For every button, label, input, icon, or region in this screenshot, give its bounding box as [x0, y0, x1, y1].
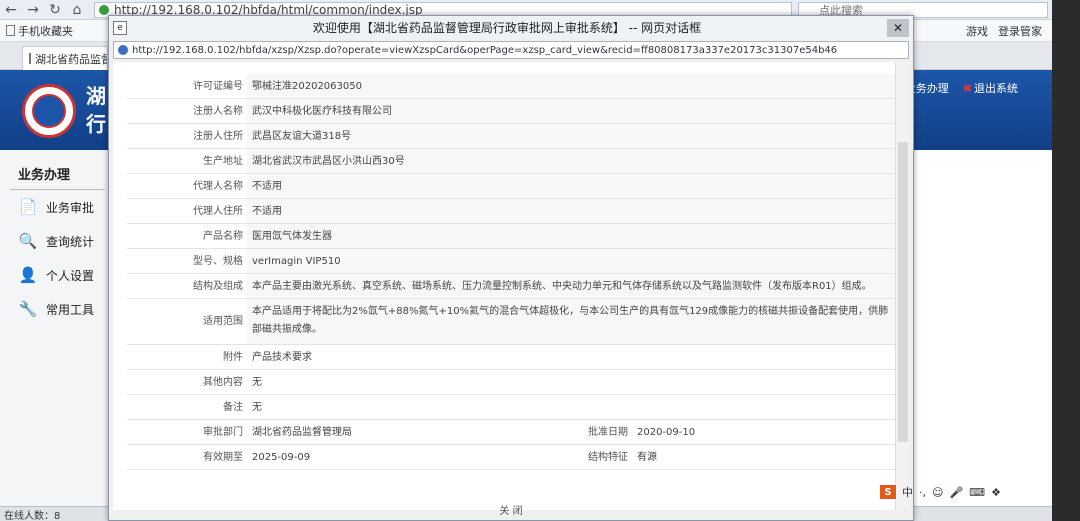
ime-emoji-icon[interactable]: ☺: [932, 486, 943, 499]
approval-date: 批准日期 2020-09-10: [512, 420, 897, 444]
games-link[interactable]: 游戏: [966, 23, 988, 39]
ime-lang[interactable]: 中: [902, 484, 913, 500]
ime-keyboard-icon[interactable]: ⌨: [969, 486, 985, 499]
header-links: 业务办理 ✖ 退出系统: [905, 80, 1018, 96]
sidebar: 业务办理 📄 业务审批 🔍 查询统计 👤 个人设置 🔧 常用工具: [0, 150, 112, 510]
ime-punct-icon[interactable]: ·,: [919, 486, 926, 499]
login-link[interactable]: 登录管家: [998, 23, 1042, 39]
sidebar-item-tools[interactable]: 🔧 常用工具: [0, 292, 112, 326]
field-row: 注册人名称 武汉中科极化医疗科技有限公司: [127, 99, 897, 124]
field-row: 审批部门 湖北省药品监督管理局 批准日期 2020-09-10: [127, 420, 897, 445]
sidebar-item-settings[interactable]: 👤 个人设置: [0, 258, 112, 292]
field-row: 代理人住所 不适用: [127, 199, 897, 224]
dialog-url-bar: http://192.168.0.102/hbfda/xzsp/Xzsp.do?…: [113, 41, 909, 59]
field-row: 生产地址 湖北省武汉市武昌区小洪山西30号: [127, 149, 897, 174]
secure-icon: [99, 4, 109, 15]
sidebar-item-approval[interactable]: 📄 业务审批: [0, 190, 112, 224]
ie-icon: [118, 45, 128, 55]
favorite-item[interactable]: 手机收藏夹: [0, 23, 79, 39]
field-row: 许可证编号 鄂械注准20202063050: [127, 74, 897, 99]
field-row: 附件 产品技术要求: [127, 345, 897, 370]
page-icon: [6, 25, 15, 36]
field-row: 备注 无: [127, 395, 897, 420]
dialog-url: http://192.168.0.102/hbfda/xzsp/Xzsp.do?…: [132, 44, 838, 56]
online-count: 在线人数：8: [4, 510, 61, 521]
close-icon: ✖: [962, 82, 972, 95]
field-row: 注册人住所 武昌区友谊大道318号: [127, 124, 897, 149]
field-row: 有效期至 2025-09-09 结构特征 有源: [127, 445, 897, 470]
document-icon: 📄: [18, 198, 38, 216]
scrollbar-thumb[interactable]: [898, 142, 908, 442]
sidebar-item-query[interactable]: 🔍 查询统计: [0, 224, 112, 258]
search-icon: 🔍: [18, 232, 38, 250]
field-row: 结构及组成 本产品主要由激光系统、真空系统、磁场系统、压力流量控制系统、中央动力…: [127, 274, 897, 299]
field-row: 其他内容 无: [127, 370, 897, 395]
user-icon: 👤: [18, 266, 38, 284]
ie-icon: e: [113, 20, 127, 35]
browser-right-tools: 游戏 登录管家: [966, 20, 1042, 42]
agency-logo: [22, 84, 76, 138]
field-row: 代理人名称 不适用: [127, 174, 897, 199]
page-icon: [29, 53, 31, 64]
valid-until: 有效期至 2025-09-09: [127, 445, 512, 469]
logout-link[interactable]: ✖ 退出系统: [963, 80, 1018, 96]
approval-dept: 审批部门 湖北省药品监督管理局: [127, 420, 512, 444]
back-icon[interactable]: ←: [0, 0, 22, 20]
web-dialog: e 欢迎使用【湖北省药品监督管理局行政审批网上审批系统】 -- 网页对话框 ✕ …: [108, 15, 914, 521]
dialog-title: 欢迎使用【湖北省药品监督管理局行政审批网上审批系统】 -- 网页对话框: [312, 21, 702, 35]
structure-feature: 结构特征 有源: [512, 445, 897, 469]
refresh-icon[interactable]: ↻: [44, 0, 66, 20]
close-button[interactable]: 关 闭: [109, 502, 913, 520]
home-icon[interactable]: ⌂: [66, 0, 88, 20]
ime-logo-icon[interactable]: S: [880, 485, 896, 499]
browser-tab[interactable]: 湖北省药品监督: [22, 46, 108, 70]
ime-toolbar: S 中 ·, ☺ 🎤 ⌨ ❖: [880, 484, 1001, 500]
dialog-scrollbar[interactable]: [895, 62, 909, 510]
license-form: 许可证编号 鄂械注准20202063050 注册人名称 武汉中科极化医疗科技有限…: [127, 74, 897, 470]
dialog-titlebar: e 欢迎使用【湖北省药品监督管理局行政审批网上审批系统】 -- 网页对话框 ✕: [109, 16, 913, 39]
dialog-close-button[interactable]: ✕: [887, 18, 909, 37]
ime-skin-icon[interactable]: ❖: [991, 486, 1001, 499]
ime-voice-icon[interactable]: 🎤: [949, 486, 963, 499]
sidebar-title: 业务办理: [18, 168, 71, 183]
forward-icon[interactable]: →: [22, 0, 44, 20]
field-row: 适用范围 本产品适用于将配比为2%氙气+88%氮气+10%氦气的混合气体超极化，…: [127, 299, 897, 345]
dialog-body: 许可证编号 鄂械注准20202063050 注册人名称 武汉中科极化医疗科技有限…: [113, 62, 909, 510]
tools-icon: 🔧: [18, 300, 38, 318]
field-row: 产品名称 医用氙气体发生器: [127, 224, 897, 249]
field-row: 型号、规格 verImagin VIP510: [127, 249, 897, 274]
